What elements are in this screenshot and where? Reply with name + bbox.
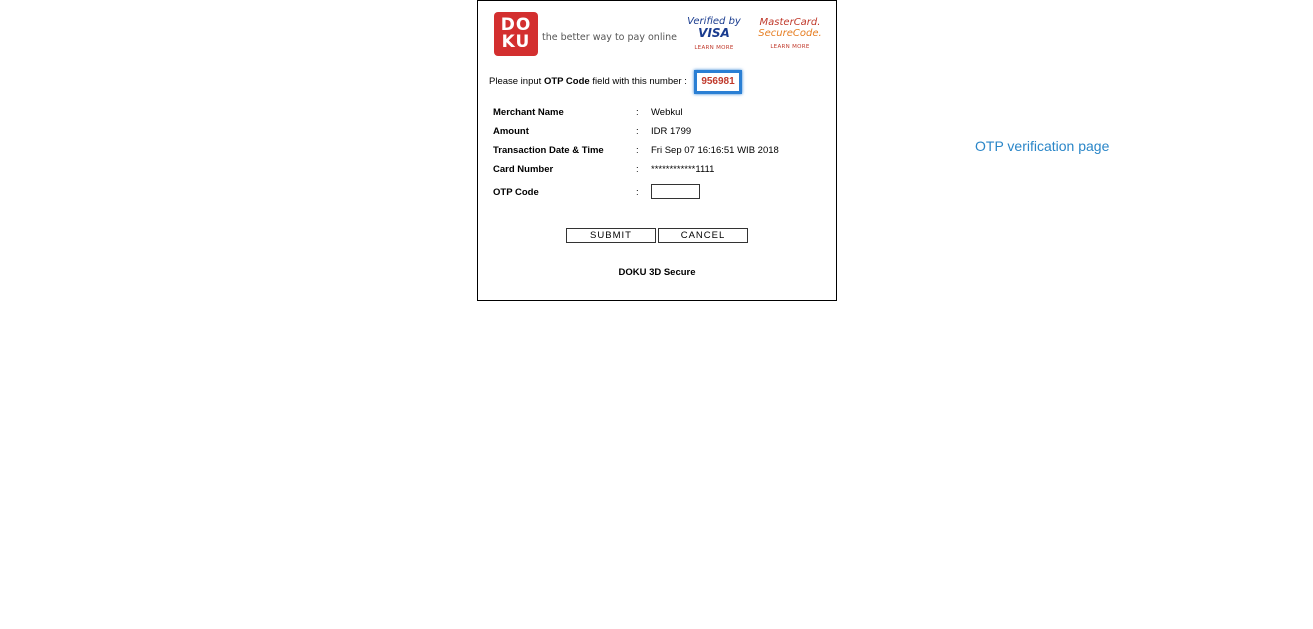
doku-3d-secure-label: DOKU 3D Secure [618, 267, 696, 278]
tagline: the better way to pay online [542, 32, 677, 43]
cancel-button[interactable]: CANCEL [658, 228, 748, 243]
transaction-details: Merchant Name : Webkul Amount : IDR 1799… [493, 107, 813, 206]
otp-frame: DO KU the better way to pay online Verif… [477, 0, 837, 301]
visa-badge-main: VISA [698, 26, 730, 40]
card-number-value: ************1111 [651, 164, 715, 175]
mastercard-learn-more-link[interactable]: LEARN MORE [758, 44, 822, 50]
verified-by-visa-badge[interactable]: Verified by VISA LEARN MORE [684, 16, 744, 51]
otp-code-input[interactable] [651, 184, 700, 199]
mastercard-badge-top: MasterCard. [759, 17, 821, 28]
datetime-label: Transaction Date & Time [493, 145, 604, 156]
merchant-colon: : [636, 107, 639, 118]
datetime-row: Transaction Date & Time : Fri Sep 07 16:… [493, 145, 813, 164]
page-caption: OTP verification page [975, 138, 1110, 154]
card-number-row: Card Number : ************1111 [493, 164, 813, 183]
card-number-label: Card Number [493, 164, 554, 175]
otp-code-row: OTP Code : [493, 184, 813, 206]
otp-code-colon: : [636, 187, 639, 198]
submit-button[interactable]: SUBMIT [566, 228, 656, 243]
merchant-label: Merchant Name [493, 107, 564, 118]
merchant-row: Merchant Name : Webkul [493, 107, 813, 126]
mastercard-badge-bottom: SecureCode. [758, 28, 822, 39]
datetime-value: Fri Sep 07 16:16:51 WIB 2018 [651, 145, 779, 156]
instruction-prefix: Please input [489, 76, 544, 87]
instruction-suffix: field with this number : [589, 76, 687, 87]
mastercard-securecode-badge[interactable]: MasterCard. SecureCode. LEARN MORE [758, 17, 822, 50]
doku-logo: DO KU [494, 12, 538, 56]
visa-learn-more-link[interactable]: LEARN MORE [684, 45, 744, 51]
otp-instruction: Please input OTP Code field with this nu… [489, 76, 687, 87]
amount-colon: : [636, 126, 639, 137]
datetime-colon: : [636, 145, 639, 156]
amount-row: Amount : IDR 1799 [493, 126, 813, 145]
otp-number-highlight: 956981 [694, 70, 742, 94]
amount-label: Amount [493, 126, 529, 137]
instruction-bold: OTP Code [543, 76, 590, 87]
merchant-value: Webkul [651, 107, 683, 118]
card-number-colon: : [636, 164, 639, 175]
otp-code-label: OTP Code [493, 187, 539, 198]
doku-logo-line2: KU [501, 32, 531, 52]
amount-value: IDR 1799 [651, 126, 692, 137]
